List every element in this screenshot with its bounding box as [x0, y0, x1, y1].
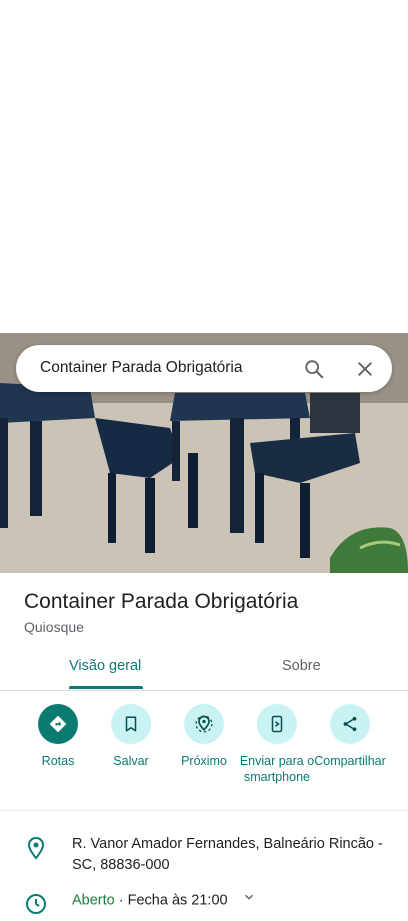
save-label: Salvar — [113, 754, 149, 768]
nearby-button[interactable]: Próximo — [166, 704, 242, 769]
directions-label: Rotas — [41, 754, 75, 768]
share-label: Compartilhar — [314, 754, 386, 768]
location-pin-icon — [24, 836, 48, 860]
place-title: Container Parada Obrigatória — [24, 590, 299, 613]
directions-icon — [38, 704, 78, 744]
share-button[interactable]: Compartilhar — [312, 704, 388, 769]
save-button[interactable]: Salvar — [93, 704, 169, 769]
active-tab-indicator — [69, 686, 143, 689]
directions-button[interactable]: Rotas — [20, 704, 96, 769]
tab-about[interactable]: Sobre — [282, 658, 321, 674]
search-icon[interactable] — [301, 356, 327, 382]
nearby-label: Próximo — [181, 754, 227, 768]
search-bar[interactable]: Container Parada Obrigatória — [16, 345, 392, 392]
tab-bar: Visão geral Sobre — [0, 646, 408, 691]
search-query[interactable]: Container Parada Obrigatória — [40, 359, 242, 377]
bookmark-icon — [111, 704, 151, 744]
tab-overview[interactable]: Visão geral — [69, 658, 141, 674]
send-to-phone-icon — [257, 704, 297, 744]
clock-icon — [24, 892, 48, 916]
send-to-phone-button[interactable]: Enviar para o smartphone — [239, 704, 315, 785]
chevron-down-icon[interactable] — [242, 890, 256, 911]
share-icon — [330, 704, 370, 744]
address-text: R. Vanor Amador Fernandes, Balneário Rin… — [72, 836, 383, 873]
send-to-phone-label: Enviar para o smartphone — [239, 754, 315, 784]
close-icon[interactable] — [352, 356, 378, 382]
nearby-icon — [184, 704, 224, 744]
action-row: Rotas Salvar Próximo Enviar para o smart… — [0, 704, 408, 811]
place-category: Quiosque — [24, 619, 84, 635]
hours-text: Aberto · Fecha às 21:00 — [72, 890, 388, 911]
map-area-blank — [0, 0, 408, 333]
